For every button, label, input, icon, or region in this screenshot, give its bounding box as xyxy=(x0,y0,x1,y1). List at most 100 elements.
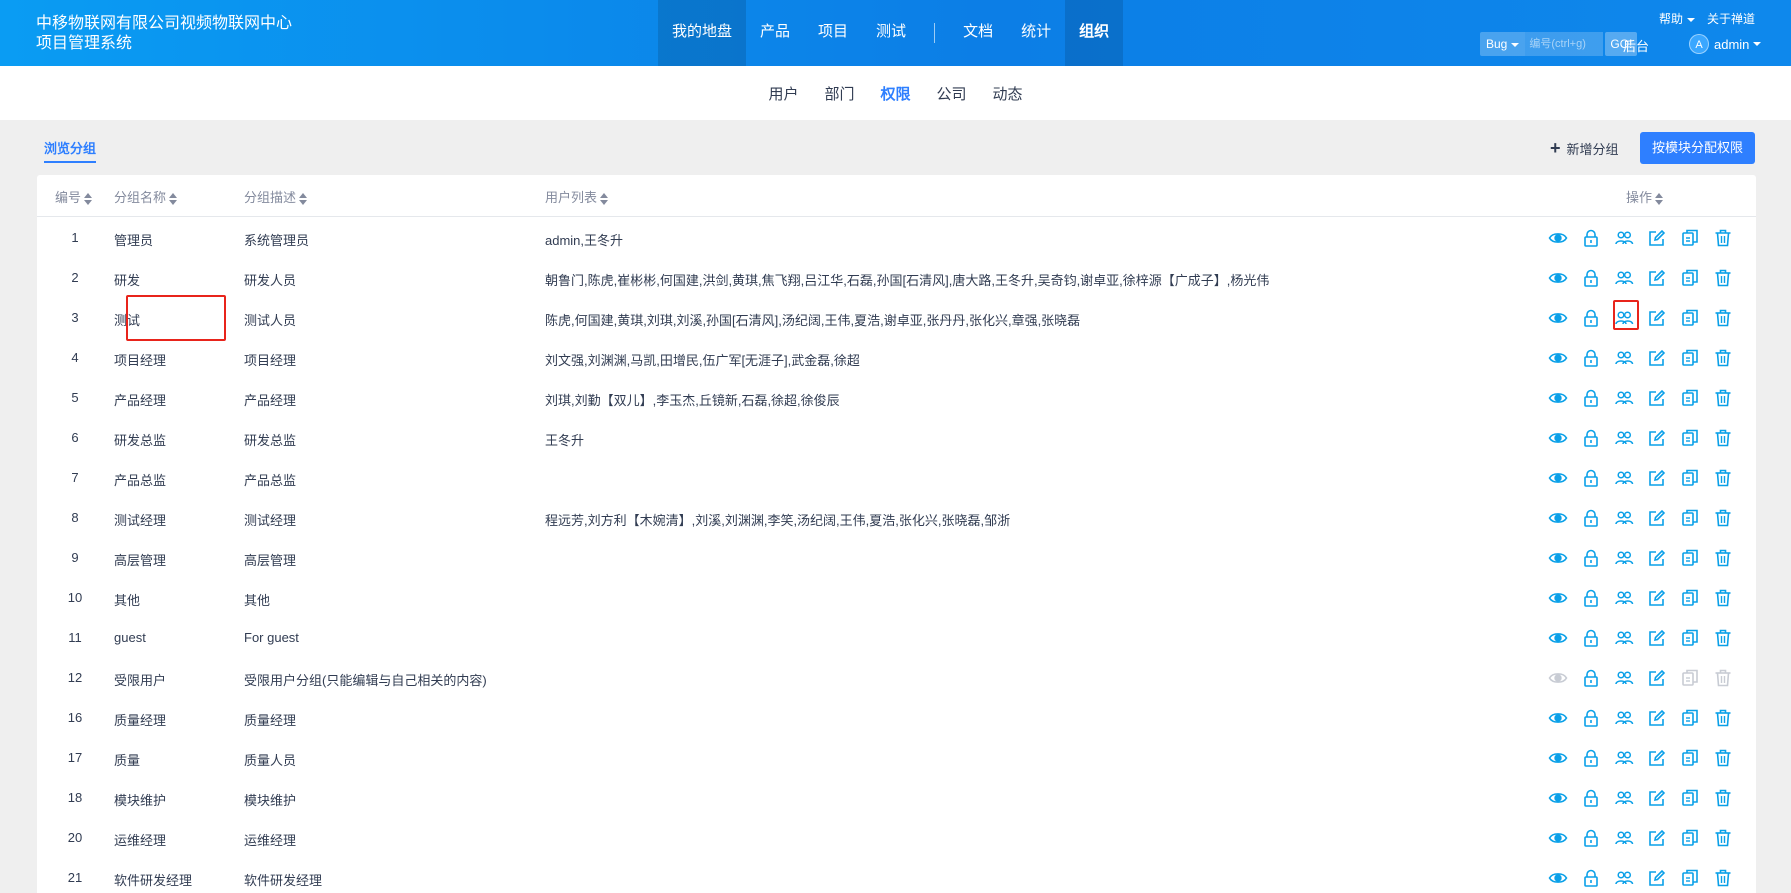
copy-button[interactable] xyxy=(1677,705,1703,731)
members-button[interactable] xyxy=(1611,825,1637,851)
privilege-button[interactable] xyxy=(1578,265,1604,291)
members-button[interactable] xyxy=(1611,345,1637,371)
edit-button[interactable] xyxy=(1644,785,1670,811)
search-type-select[interactable]: Bug xyxy=(1480,32,1526,56)
members-button[interactable] xyxy=(1611,585,1637,611)
nav-company[interactable]: 组织 xyxy=(1065,0,1124,66)
view-button[interactable] xyxy=(1545,465,1571,491)
delete-button[interactable] xyxy=(1710,225,1736,251)
delete-button[interactable] xyxy=(1710,305,1736,331)
privilege-button[interactable] xyxy=(1578,545,1604,571)
view-button[interactable] xyxy=(1545,825,1571,851)
privilege-button[interactable] xyxy=(1578,745,1604,771)
about-link[interactable]: 关于禅道 xyxy=(1707,10,1755,27)
privilege-button[interactable] xyxy=(1578,785,1604,811)
nav-doc[interactable]: 文档 xyxy=(949,0,1007,66)
view-button[interactable] xyxy=(1545,225,1571,251)
th-users[interactable]: 用户列表 xyxy=(545,187,609,206)
copy-button[interactable] xyxy=(1677,625,1703,651)
view-button[interactable] xyxy=(1545,545,1571,571)
members-button[interactable] xyxy=(1611,385,1637,411)
delete-button[interactable] xyxy=(1710,825,1736,851)
copy-button[interactable] xyxy=(1677,385,1703,411)
edit-button[interactable] xyxy=(1644,345,1670,371)
delete-button[interactable] xyxy=(1710,265,1736,291)
privilege-button[interactable] xyxy=(1578,865,1604,891)
delete-button[interactable] xyxy=(1710,545,1736,571)
members-button[interactable] xyxy=(1611,745,1637,771)
th-desc[interactable]: 分组描述 xyxy=(244,187,308,206)
members-button[interactable] xyxy=(1611,225,1637,251)
privilege-button[interactable] xyxy=(1578,625,1604,651)
edit-button[interactable] xyxy=(1644,825,1670,851)
privilege-button[interactable] xyxy=(1578,465,1604,491)
delete-button[interactable] xyxy=(1710,385,1736,411)
delete-button[interactable] xyxy=(1710,425,1736,451)
edit-button[interactable] xyxy=(1644,305,1670,331)
members-button[interactable] xyxy=(1611,625,1637,651)
subnav-company[interactable]: 公司 xyxy=(937,83,967,104)
subnav-dynamic[interactable]: 动态 xyxy=(993,83,1023,104)
edit-button[interactable] xyxy=(1644,465,1670,491)
view-button[interactable] xyxy=(1545,585,1571,611)
backend-link[interactable]: 后台 xyxy=(1623,36,1649,55)
edit-button[interactable] xyxy=(1644,585,1670,611)
members-button[interactable] xyxy=(1611,705,1637,731)
copy-button[interactable] xyxy=(1677,425,1703,451)
privilege-button[interactable] xyxy=(1578,705,1604,731)
view-button[interactable] xyxy=(1545,305,1571,331)
view-button[interactable] xyxy=(1545,785,1571,811)
view-button[interactable] xyxy=(1545,705,1571,731)
privilege-button[interactable] xyxy=(1578,825,1604,851)
delete-button[interactable] xyxy=(1710,625,1736,651)
members-button[interactable] xyxy=(1611,505,1637,531)
copy-button[interactable] xyxy=(1677,745,1703,771)
edit-button[interactable] xyxy=(1644,745,1670,771)
th-id[interactable]: 编号 xyxy=(55,187,93,206)
edit-button[interactable] xyxy=(1644,625,1670,651)
view-button[interactable] xyxy=(1545,345,1571,371)
user-menu[interactable]: A admin xyxy=(1689,34,1762,54)
nav-my[interactable]: 我的地盘 xyxy=(658,0,747,66)
add-group-button[interactable]: + 新增分组 xyxy=(1550,139,1619,158)
edit-button[interactable] xyxy=(1644,665,1670,691)
copy-button[interactable] xyxy=(1677,545,1703,571)
view-button[interactable] xyxy=(1545,625,1571,651)
delete-button[interactable] xyxy=(1710,865,1736,891)
members-button[interactable] xyxy=(1611,265,1637,291)
search-input[interactable] xyxy=(1525,32,1604,56)
copy-button[interactable] xyxy=(1677,265,1703,291)
members-button[interactable] xyxy=(1611,785,1637,811)
view-button[interactable] xyxy=(1545,425,1571,451)
privilege-button[interactable] xyxy=(1578,585,1604,611)
assign-by-module-button[interactable]: 按模块分配权限 xyxy=(1640,132,1756,164)
browse-group-tab[interactable]: 浏览分组 xyxy=(44,138,97,163)
members-button[interactable] xyxy=(1611,865,1637,891)
delete-button[interactable] xyxy=(1710,785,1736,811)
copy-button[interactable] xyxy=(1677,505,1703,531)
copy-button[interactable] xyxy=(1677,825,1703,851)
copy-button[interactable] xyxy=(1677,305,1703,331)
view-button[interactable] xyxy=(1545,865,1571,891)
copy-button[interactable] xyxy=(1677,345,1703,371)
delete-button[interactable] xyxy=(1710,505,1736,531)
edit-button[interactable] xyxy=(1644,265,1670,291)
view-button[interactable] xyxy=(1545,265,1571,291)
delete-button[interactable] xyxy=(1710,465,1736,491)
privilege-button[interactable] xyxy=(1578,505,1604,531)
subnav-dept[interactable]: 部门 xyxy=(824,83,854,104)
members-button[interactable] xyxy=(1611,465,1637,491)
subnav-user[interactable]: 用户 xyxy=(768,83,798,104)
th-name[interactable]: 分组名称 xyxy=(114,187,178,206)
edit-button[interactable] xyxy=(1644,425,1670,451)
delete-button[interactable] xyxy=(1710,705,1736,731)
edit-button[interactable] xyxy=(1644,705,1670,731)
members-button[interactable] xyxy=(1611,545,1637,571)
delete-button[interactable] xyxy=(1710,745,1736,771)
privilege-button[interactable] xyxy=(1578,385,1604,411)
subnav-priv[interactable]: 权限 xyxy=(880,83,910,104)
delete-button[interactable] xyxy=(1710,345,1736,371)
privilege-button[interactable] xyxy=(1578,225,1604,251)
edit-button[interactable] xyxy=(1644,865,1670,891)
privilege-button[interactable] xyxy=(1578,345,1604,371)
